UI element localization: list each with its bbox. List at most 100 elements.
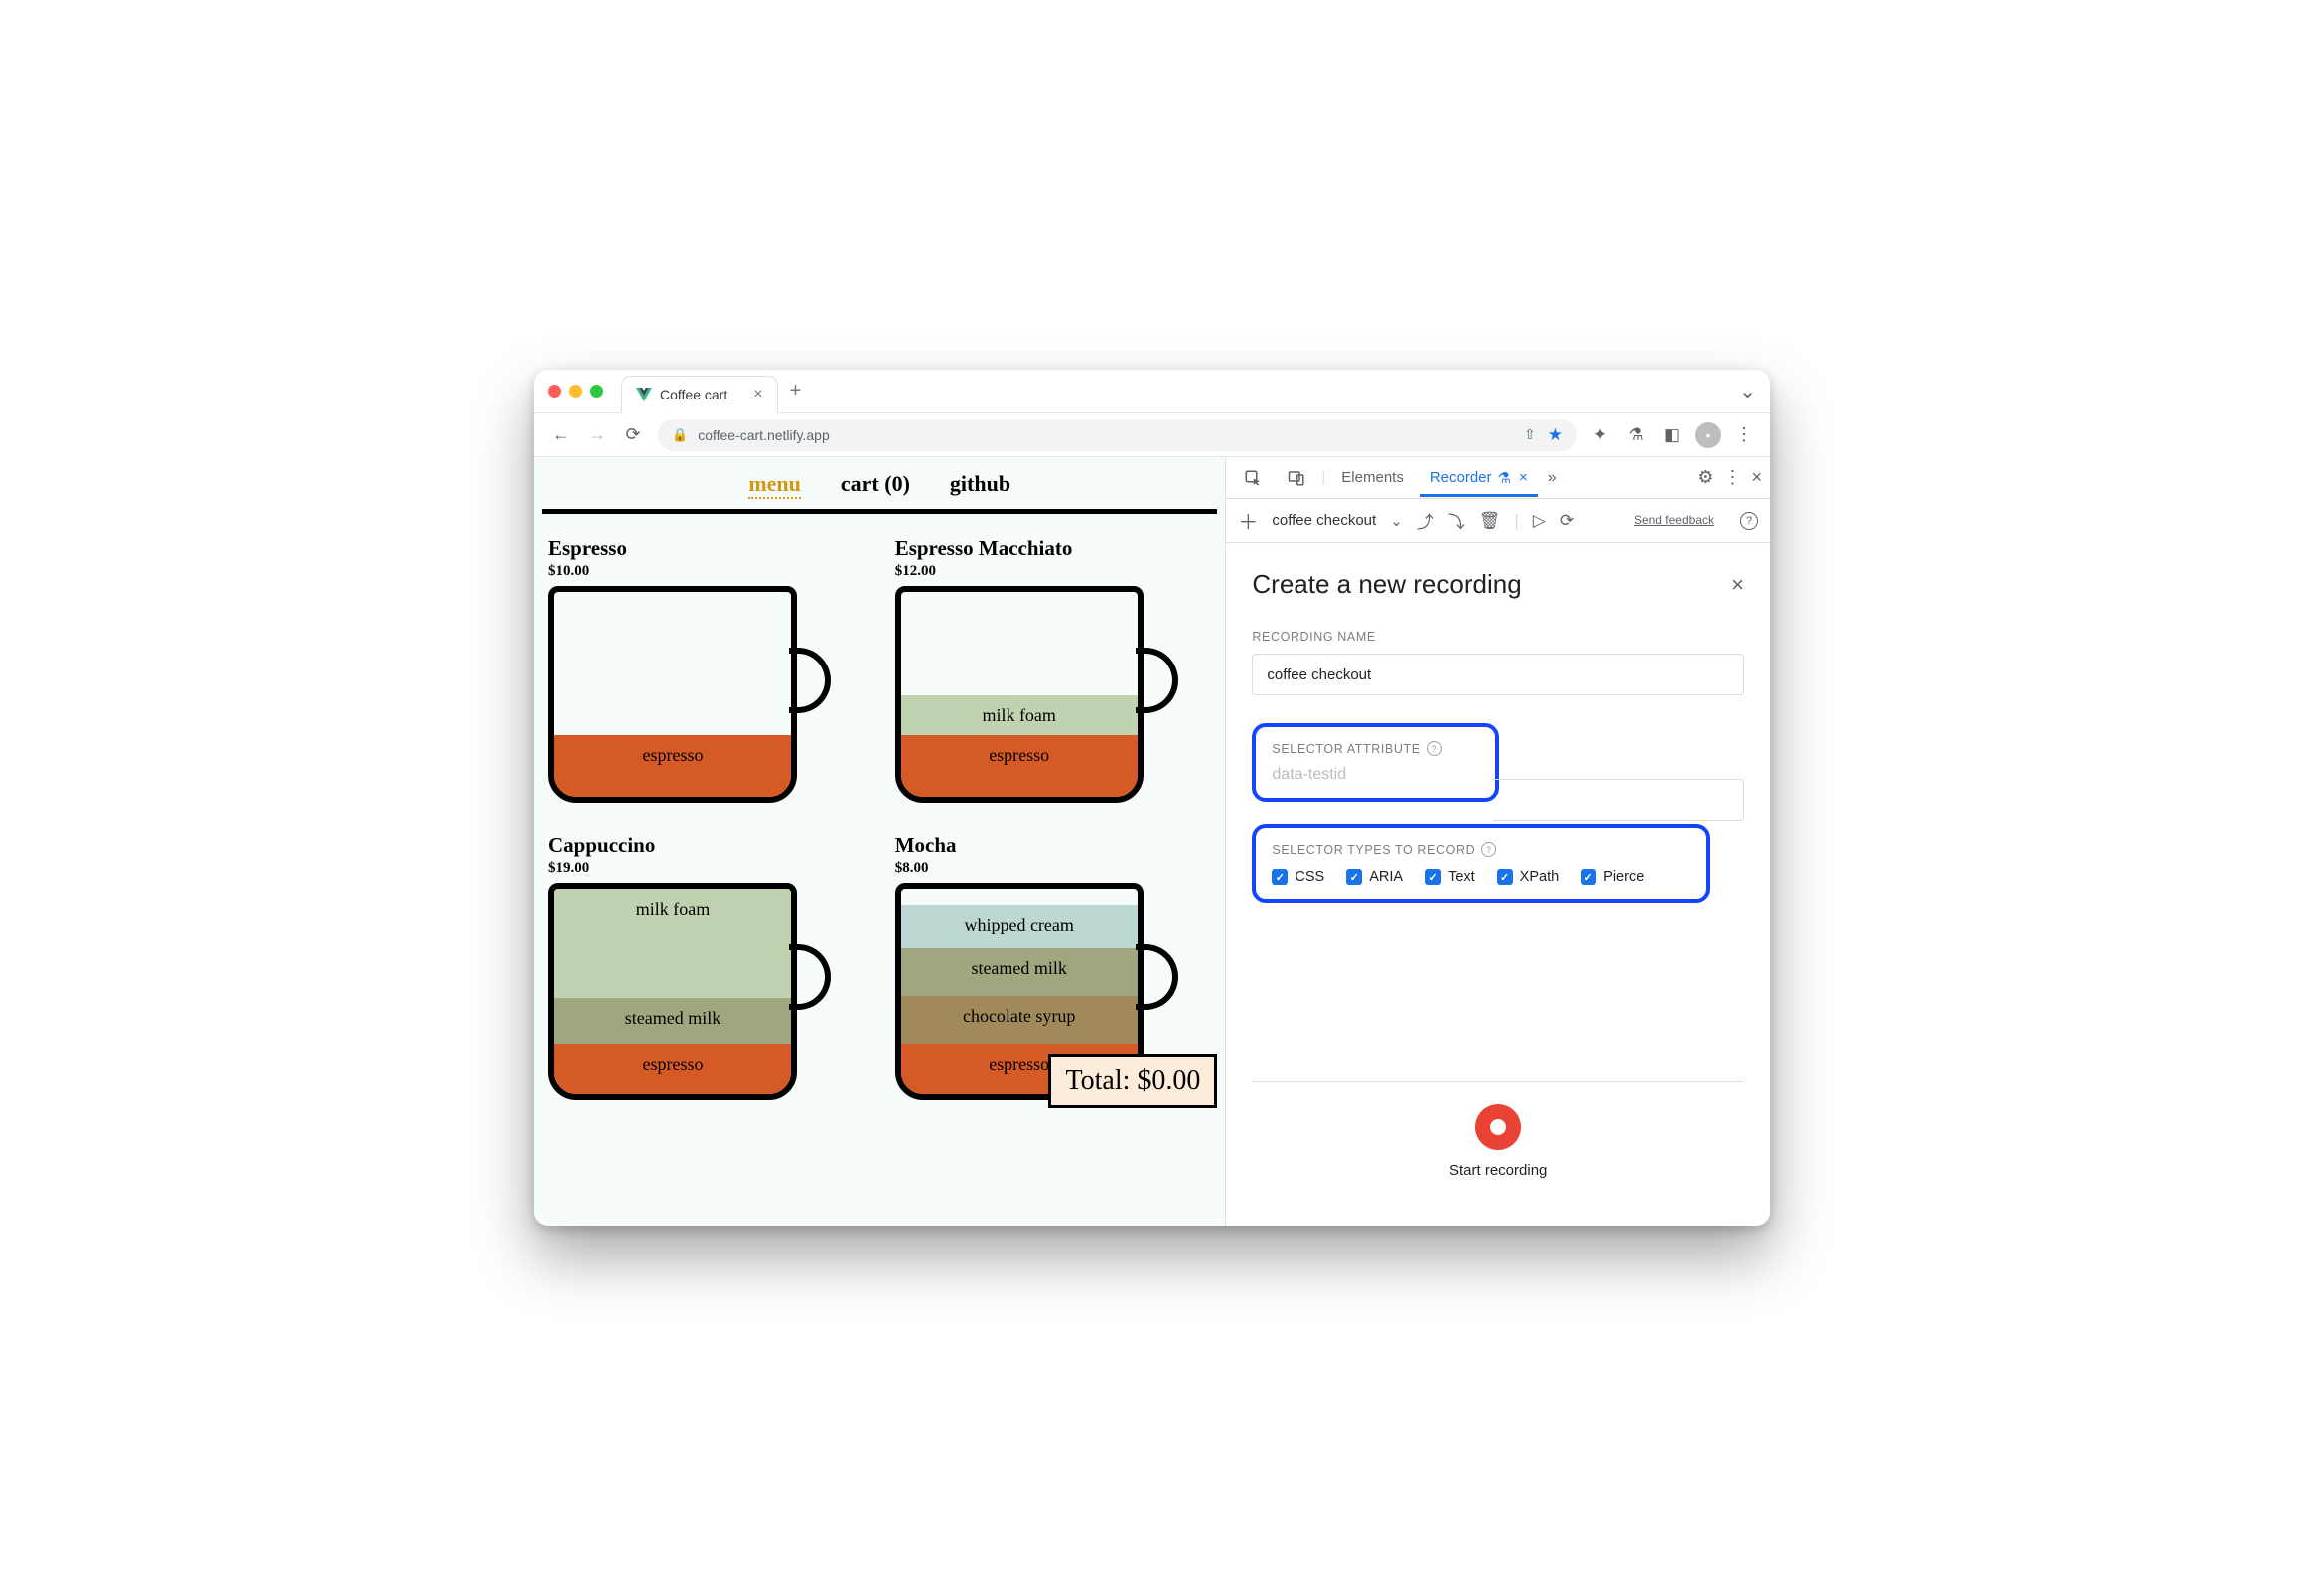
recorder-toolbar: ＋ coffee checkout ⌄ ⤴ ⤵ 🗑 | ▷ ⟳ Send fee…	[1226, 499, 1770, 543]
product-title: Mocha	[895, 833, 1212, 858]
selector-type-checkbox[interactable]: ✓ Text	[1425, 869, 1475, 885]
cup-layer: whipped cream	[901, 905, 1138, 948]
maximize-window-button[interactable]	[590, 385, 603, 398]
cup-layer: steamed milk	[554, 998, 791, 1044]
tab-recorder[interactable]: Recorder ⚗ ×	[1420, 459, 1538, 497]
cup: espresso	[548, 586, 837, 805]
new-tab-button[interactable]: +	[790, 380, 802, 402]
recording-name-label: RECORDING NAME	[1252, 630, 1744, 644]
product-card[interactable]: Espresso $10.00 espresso	[548, 536, 865, 805]
product-price: $19.00	[548, 860, 865, 877]
panel-close-button[interactable]: ×	[1731, 572, 1744, 598]
devtools-menu-button[interactable]: ⋮	[1723, 467, 1741, 488]
minimize-window-button[interactable]	[569, 385, 582, 398]
window-controls	[548, 385, 603, 398]
checkbox-label: XPath	[1520, 869, 1560, 885]
selector-types-label: SELECTOR TYPES TO RECORD	[1272, 843, 1475, 857]
recording-name-input[interactable]	[1252, 654, 1744, 695]
tab-close-button[interactable]: ×	[753, 386, 762, 403]
selector-attribute-input[interactable]	[1272, 766, 1479, 784]
product-card[interactable]: Espresso Macchiato$12.00milk foamespress…	[895, 536, 1212, 805]
titlebar: Coffee cart × + ⌄	[534, 370, 1770, 413]
address-bar[interactable]: 🔒 coffee-cart.netlify.app ⇧ ★	[658, 419, 1577, 451]
product-price: $8.00	[895, 860, 1212, 877]
cup-layer: milk foam	[554, 889, 791, 998]
product-price: $10.00	[548, 563, 865, 580]
selector-type-checkbox[interactable]: ✓XPath	[1497, 869, 1560, 885]
import-icon[interactable]: ⤵	[1448, 508, 1465, 533]
browser-tab[interactable]: Coffee cart ×	[621, 376, 778, 413]
devtools-close-button[interactable]: ×	[1751, 467, 1762, 488]
cup-layer: steamed milk	[901, 948, 1138, 996]
checkbox-label: CSS	[1295, 869, 1324, 885]
help-icon[interactable]: ?	[1427, 741, 1442, 756]
nav-link-github[interactable]: github	[950, 471, 1010, 499]
vue-icon	[636, 388, 652, 401]
tab-elements[interactable]: Elements	[1331, 459, 1414, 496]
url-text: coffee-cart.netlify.app	[698, 427, 830, 443]
cup-handle	[1136, 944, 1178, 1010]
delete-icon[interactable]: 🗑	[1479, 511, 1501, 531]
selector-attribute-label: SELECTOR ATTRIBUTE	[1272, 742, 1420, 756]
chevron-down-icon[interactable]: ⌄	[1390, 512, 1403, 530]
product-price: $12.00	[895, 563, 1212, 580]
share-icon[interactable]: ⇧	[1524, 426, 1536, 443]
browser-menu-button[interactable]: ⋮	[1728, 419, 1760, 451]
inspect-element-icon[interactable]	[1234, 459, 1272, 497]
selector-type-checkbox[interactable]: ✓ CSS	[1272, 869, 1324, 885]
checkbox-icon: ✓	[1272, 869, 1288, 885]
close-window-button[interactable]	[548, 385, 561, 398]
product-title: Espresso	[548, 536, 865, 561]
bookmark-star-icon[interactable]: ★	[1548, 425, 1563, 445]
nav-link-cart[interactable]: cart (0)	[841, 471, 910, 499]
reload-button[interactable]: ⟳	[616, 418, 650, 452]
nav-link-menu[interactable]: menu	[748, 471, 801, 499]
content-area: menu cart (0) github Espresso $10.00 espre…	[534, 457, 1770, 1226]
devtools-tabs: | Elements Recorder ⚗ × » ⚙ ⋮ ×	[1226, 457, 1770, 499]
help-icon[interactable]: ?	[1740, 512, 1758, 530]
page-nav: menu cart (0) github	[534, 457, 1225, 509]
checkbox-label: Text	[1448, 869, 1475, 885]
back-button[interactable]: ←	[544, 418, 578, 452]
selector-attribute-highlight: SELECTOR ATTRIBUTE ?	[1252, 723, 1499, 802]
panel-title: Create a new recording	[1252, 569, 1521, 600]
replay-settings-icon[interactable]: ⟳	[1560, 511, 1574, 531]
browser-window: Coffee cart × + ⌄ ← → ⟳ 🔒 coffee-cart.ne…	[534, 370, 1770, 1226]
tab-recorder-close[interactable]: ×	[1519, 469, 1528, 486]
selector-type-checkbox[interactable]: ✓ARIA	[1346, 869, 1403, 885]
device-toggle-icon[interactable]	[1278, 459, 1315, 497]
cup: milk foamsteamed milkespresso	[548, 883, 837, 1102]
selector-types-highlight: SELECTOR TYPES TO RECORD ? ✓CSS✓ARIA✓Tex…	[1252, 824, 1710, 903]
forward-button[interactable]: →	[580, 418, 614, 452]
new-recording-button[interactable]: ＋	[1238, 506, 1258, 535]
start-recording-area: Start recording	[1252, 1081, 1744, 1200]
create-recording-panel: Create a new recording × RECORDING NAME …	[1226, 543, 1770, 1226]
cup-handle	[1136, 648, 1178, 713]
product-card[interactable]: Cappuccino $19.00 milk foamsteamed milkesp…	[548, 833, 865, 1102]
export-icon[interactable]: ⤴	[1417, 508, 1434, 533]
product-title: Cappuccino	[548, 833, 865, 858]
tabs-dropdown-button[interactable]: ⌄	[1739, 379, 1756, 403]
input-border-extension	[1493, 779, 1744, 821]
recording-name-field: RECORDING NAME	[1252, 630, 1744, 695]
help-icon[interactable]: ?	[1481, 842, 1496, 857]
devtools-settings-icon[interactable]: ⚙	[1697, 467, 1713, 488]
cup-handle	[789, 944, 831, 1010]
send-feedback-link[interactable]: Send feedback	[1634, 513, 1714, 527]
replay-icon[interactable]: ▷	[1533, 511, 1546, 531]
devtools-panel: | Elements Recorder ⚗ × » ⚙ ⋮ × ＋ coffee…	[1226, 457, 1770, 1226]
checkbox-icon: ✓	[1346, 869, 1362, 885]
selector-type-checkbox[interactable]: ✓Pierce	[1581, 869, 1644, 885]
more-tabs-button[interactable]: »	[1548, 469, 1557, 487]
total-box[interactable]: Total: $0.00	[1048, 1054, 1217, 1108]
checkbox-icon: ✓	[1425, 869, 1441, 885]
side-panel-icon[interactable]: ◧	[1656, 419, 1688, 451]
cup-layer: espresso	[554, 1044, 791, 1094]
profile-button[interactable]: •	[1692, 419, 1724, 451]
labs-icon[interactable]: ⚗	[1620, 419, 1652, 451]
start-recording-button[interactable]	[1475, 1104, 1521, 1150]
extensions-icon[interactable]: ✦	[1584, 419, 1616, 451]
product-grid: Espresso $10.00 espresso Espresso Macchiato…	[534, 514, 1225, 1116]
web-page: menu cart (0) github Espresso $10.00 espre…	[534, 457, 1226, 1226]
current-recording-name[interactable]: coffee checkout	[1272, 512, 1376, 529]
